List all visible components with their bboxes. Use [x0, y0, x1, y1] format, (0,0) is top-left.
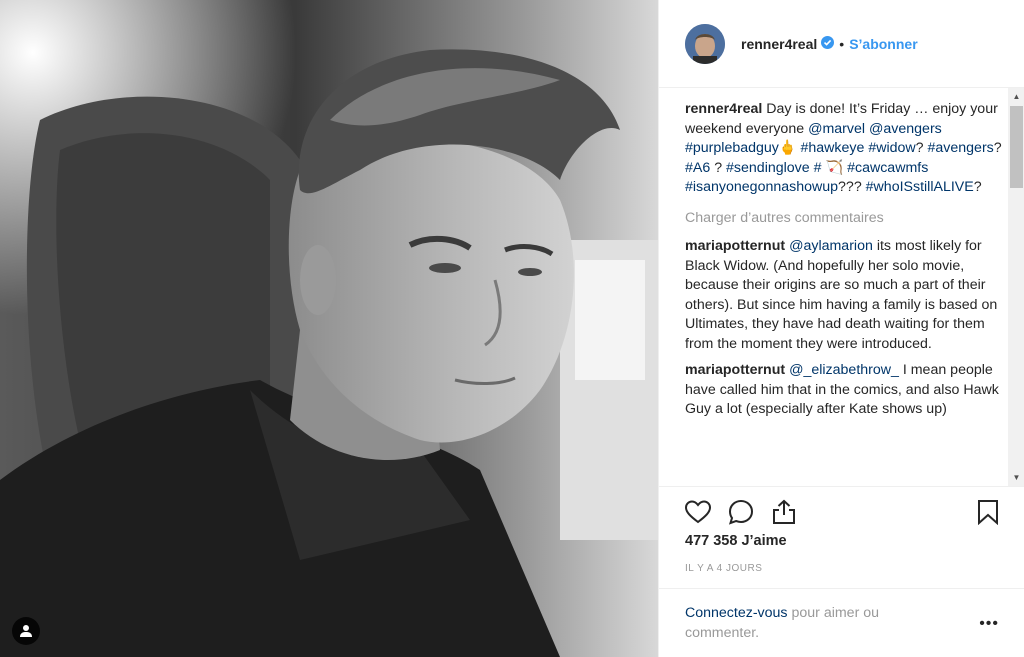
post-photo[interactable]	[0, 0, 658, 657]
mention-marvel[interactable]: @marvel	[808, 121, 865, 137]
scroll-down-arrow-icon[interactable]: ▼	[1008, 469, 1024, 486]
share-icon	[773, 499, 795, 524]
caption-q1: ?	[915, 140, 924, 156]
caption-q2: ?	[993, 140, 1002, 156]
heart-icon	[685, 500, 711, 524]
comment-username[interactable]: mariapotternut	[685, 362, 785, 378]
bow-arrow-emoji: 🏹	[825, 159, 844, 176]
caption-q4: ?	[973, 179, 982, 195]
user-tag-button[interactable]	[12, 617, 40, 645]
login-text: Connectez-vous pour aimer ou commenter.	[685, 603, 935, 643]
user-tag-icon	[20, 625, 32, 637]
comment-item: mariapotternut @aylamarion its most like…	[685, 237, 1003, 354]
hashtag-cawcawmfs[interactable]: #cawcawmfs	[847, 160, 928, 176]
comment-button[interactable]	[726, 497, 756, 527]
hashtag-purplebadguy[interactable]: #purplebadguy	[685, 140, 779, 156]
comment-mention[interactable]: @_elizabethrow_	[789, 362, 899, 378]
share-button[interactable]	[769, 497, 799, 527]
author-username[interactable]: renner4real	[741, 36, 817, 52]
load-more-comments-button[interactable]: Charger d’autres commentaires	[685, 209, 1003, 229]
author-avatar[interactable]	[685, 23, 725, 64]
comments-list[interactable]: renner4real Day is done! It’s Friday … e…	[685, 100, 1003, 484]
hashtag-widow[interactable]: #widow	[868, 140, 915, 156]
post-actions	[659, 486, 1024, 536]
hashtag-hash[interactable]: #	[814, 160, 822, 176]
scroll-up-arrow-icon[interactable]: ▲	[1008, 88, 1024, 105]
login-prompt: Connectez-vous pour aimer ou commenter. …	[659, 588, 1024, 657]
post-modal: renner4real • S’abonner renner4real Day …	[0, 0, 1024, 657]
post-timestamp: IL Y A 4 JOURS	[685, 563, 763, 574]
hashtag-whoisstillalive[interactable]: #whoISstillALIVE	[866, 179, 974, 195]
more-options-icon[interactable]: •••	[979, 615, 999, 633]
hashtag-avengers[interactable]: #avengers	[928, 140, 994, 156]
header-separator: •	[839, 35, 845, 52]
likes-count[interactable]: 477 358 J’aime	[685, 533, 787, 549]
hashtag-sendinglove[interactable]: #sendinglove	[726, 160, 810, 176]
caption-qqq: ???	[838, 179, 862, 195]
caption-q3: ?	[714, 159, 723, 176]
mention-avengers[interactable]: @avengers	[869, 121, 942, 137]
comment-item: mariapotternut @_elizabethrow_ I mean pe…	[685, 361, 1003, 420]
hashtag-a6[interactable]: #A6	[685, 160, 710, 176]
comments-scrollbar[interactable]: ▲ ▼	[1008, 88, 1024, 486]
post-header: renner4real • S’abonner	[659, 0, 1024, 88]
like-button[interactable]	[683, 497, 713, 527]
comment-icon	[728, 499, 754, 525]
post-side-panel: renner4real • S’abonner renner4real Day …	[658, 0, 1024, 657]
scroll-thumb[interactable]	[1010, 106, 1023, 188]
avatar-image	[685, 23, 725, 64]
hashtag-isanyonegonnashowup[interactable]: #isanyonegonnashowup	[685, 179, 838, 195]
save-button[interactable]	[973, 497, 1003, 527]
portrait-image	[0, 0, 658, 657]
verified-icon	[821, 35, 835, 52]
login-link[interactable]: Connectez-vous	[685, 605, 788, 621]
comment-mention[interactable]: @aylamarion	[789, 238, 873, 254]
caption-username[interactable]: renner4real	[685, 101, 762, 117]
finger-emoji: 🖕	[778, 140, 797, 156]
bookmark-icon	[978, 500, 998, 525]
follow-button[interactable]: S’abonner	[849, 36, 917, 52]
comment-text: its most likely for Black Widow. (And ho…	[685, 238, 998, 352]
comment-username[interactable]: mariapotternut	[685, 238, 785, 254]
hashtag-hawkeye[interactable]: #hawkeye	[801, 140, 865, 156]
post-caption: renner4real Day is done! It’s Friday … e…	[685, 100, 1003, 198]
